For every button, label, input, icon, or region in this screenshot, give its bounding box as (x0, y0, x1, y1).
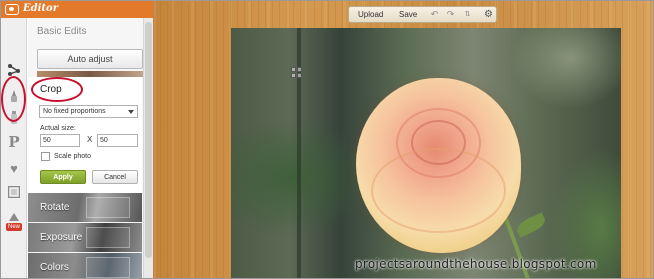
gear-icon[interactable]: ⚙ (483, 9, 494, 20)
scale-photo-checkbox[interactable] (41, 152, 50, 161)
panel-scrollbar[interactable] (143, 18, 153, 278)
editor-window: Editor P ♥ New Basic Edits Auto adjust C… (0, 0, 654, 279)
annotation-ring (31, 77, 83, 102)
undo-icon[interactable]: ↶ (429, 9, 440, 20)
rose-leaf (514, 212, 548, 238)
app-header: Editor (1, 1, 153, 18)
rotate-tool[interactable]: Rotate (28, 193, 142, 222)
cancel-button[interactable]: Cancel (92, 170, 138, 184)
crop-move-handle-icon[interactable] (291, 67, 303, 79)
app-title: Editor (23, 3, 58, 14)
panel-title: Basic Edits (37, 26, 87, 37)
new-icon[interactable]: New (6, 208, 23, 234)
rose-flower (356, 78, 521, 253)
blog-watermark: projectsaroundthehouse.blogspot.com (355, 257, 597, 271)
width-input[interactable]: 50 (40, 134, 80, 147)
compare-icon[interactable]: ⇅ (462, 9, 473, 20)
text-p-icon[interactable]: P (6, 133, 22, 151)
crop-section: Crop No fixed proportions Actual size: 5… (28, 77, 142, 193)
tool-rail: P ♥ New (1, 18, 27, 278)
colors-tool[interactable]: Colors (28, 253, 142, 278)
rotate-thumbnail (86, 197, 130, 218)
scroll-thumb[interactable] (145, 22, 152, 258)
height-input[interactable]: 50 (97, 134, 138, 147)
times-label: X (87, 135, 93, 144)
exposure-thumbnail (86, 227, 130, 248)
save-button[interactable]: Save (399, 10, 417, 19)
proportion-value: No fixed proportions (43, 108, 106, 115)
redo-icon[interactable]: ↷ (445, 9, 456, 20)
exposure-tool[interactable]: Exposure (28, 223, 142, 252)
rotate-label: Rotate (40, 202, 70, 213)
petal-ring (371, 148, 506, 233)
frame-icon[interactable] (6, 184, 22, 200)
top-toolbar: Upload Save ↶ ↷ ⇅ ⚙ (348, 6, 497, 23)
annotation-ring (1, 76, 26, 122)
proportion-select[interactable]: No fixed proportions (39, 105, 138, 118)
new-badge: New (6, 222, 23, 231)
basic-edits-panel: Basic Edits Auto adjust Crop No fixed pr… (28, 18, 153, 278)
actual-size-label: Actual size: (40, 125, 76, 132)
hearts-icon[interactable]: ♥ (6, 160, 22, 176)
photo-canvas[interactable] (231, 28, 621, 278)
camera-logo-icon (5, 4, 19, 15)
chevron-down-icon (128, 110, 134, 114)
background-stem (297, 28, 301, 278)
upload-button[interactable]: Upload (358, 10, 383, 19)
colors-thumbnail (86, 257, 130, 278)
exposure-label: Exposure (40, 232, 83, 243)
apply-button[interactable]: Apply (40, 170, 86, 184)
auto-adjust-button[interactable]: Auto adjust (37, 49, 143, 69)
scale-photo-label: Scale photo (54, 153, 91, 160)
colors-label: Colors (40, 262, 69, 273)
